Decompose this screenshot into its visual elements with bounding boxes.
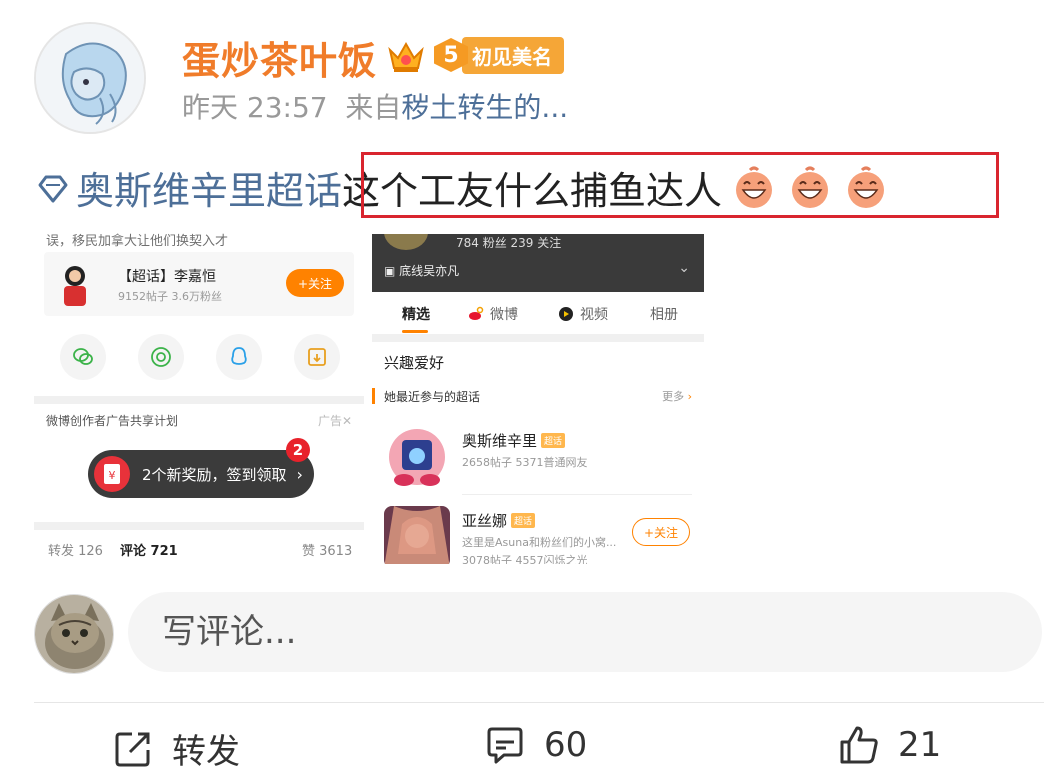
tab-album[interactable]: 相册 <box>650 304 678 324</box>
moments-icon[interactable] <box>138 334 184 380</box>
comment-stat[interactable]: 评论 721 <box>120 540 178 559</box>
chevron-down-icon[interactable]: ⌄ <box>678 260 690 276</box>
divider <box>34 522 364 530</box>
comment-count: 60 <box>544 725 588 765</box>
like-button[interactable]: 21 <box>838 724 941 766</box>
active-tab-indicator <box>402 330 428 333</box>
comment-input[interactable] <box>128 592 1042 672</box>
location-icon: ▣ <box>384 264 400 278</box>
profile-header: 784 粉丝 239 关注 ▣ 底线吴亦凡 ⌄ <box>372 234 704 292</box>
supertopic-stats: 9152帖子 3.6万粉丝 <box>118 290 222 303</box>
chevron-right-icon: › <box>687 390 692 403</box>
supertopic-icon <box>38 175 68 202</box>
red-highlight-box <box>361 152 999 218</box>
cut-off-text: 误，移民加拿大让他们换契入才 <box>46 234 229 249</box>
qq-icon[interactable] <box>216 334 262 380</box>
video-icon <box>559 307 573 321</box>
save-image-icon[interactable] <box>294 334 340 380</box>
author-avatar[interactable] <box>34 22 146 134</box>
reward-text: 2个新奖励，签到领取 <box>142 465 287 484</box>
supertopic-tag: 超话 <box>511 513 536 528</box>
source-name[interactable]: 秽土转生的... <box>401 91 568 124</box>
repost-button[interactable]: 转发 <box>112 724 240 773</box>
section-title: 她最近参与的超话 <box>384 390 481 404</box>
level-label: 初见美名 <box>462 36 564 74</box>
share-row <box>34 334 364 384</box>
follow-button[interactable]: +关注 <box>632 518 690 546</box>
profile-location: ▣ 底线吴亦凡 <box>384 264 460 278</box>
repost-icon <box>115 732 150 766</box>
comment-icon <box>487 727 523 764</box>
supertopic-tag: 超话 <box>541 433 566 448</box>
reward-count-badge: 2 <box>286 438 310 462</box>
supertopic-avatar <box>64 266 86 306</box>
supertopic-name: 奥斯维辛里 超话 <box>462 430 566 451</box>
interests-title: 兴趣爱好 <box>384 354 445 372</box>
follow-button[interactable]: +关注 <box>286 269 344 297</box>
weibo-icon <box>469 306 484 320</box>
like-count: 21 <box>898 725 942 765</box>
supertopic-title: 【超话】李嘉恒 <box>118 269 216 285</box>
tab-weibo[interactable]: 微博 <box>468 304 518 324</box>
ad-program-label: 微博创作者广告共享计划 <box>46 414 179 428</box>
supertopic-card[interactable]: 【超话】李嘉恒 9152帖子 3.6万粉丝 +关注 <box>44 252 354 316</box>
thumbs-up-icon <box>840 726 878 764</box>
divider <box>372 334 704 342</box>
crown-icon <box>388 41 424 72</box>
red-envelope-icon: ¥ <box>94 456 130 492</box>
supertopic-stats: 2658帖子 5371普通网友 <box>462 456 588 469</box>
wechat-icon[interactable] <box>60 334 106 380</box>
supertopic-row[interactable]: 奥斯维辛里 超话 2658帖子 5371普通网友 <box>372 420 704 495</box>
tab-featured[interactable]: 精选 <box>402 304 430 324</box>
supertopics-section-header: 她最近参与的超话 更多 › <box>372 382 704 412</box>
profile-stats: 784 粉丝 239 关注 <box>456 236 562 250</box>
profile-avatar <box>384 234 428 250</box>
ad-close-button[interactable]: 广告✕ <box>318 412 352 429</box>
post-time: 昨天 23:57 <box>182 91 328 124</box>
supertopic-row[interactable]: 亚丝娜 超话 这里是Asuna和粉丝们的小窝... 3078帖子 4557闪烁之… <box>372 500 704 564</box>
post-image-2[interactable]: 784 粉丝 239 关注 ▣ 底线吴亦凡 ⌄ 精选 微博 视频 相册 兴趣爱好… <box>372 234 704 564</box>
action-bar: 转发 60 21 <box>0 716 1056 778</box>
svg-text:¥: ¥ <box>109 469 116 482</box>
like-stat[interactable]: 赞 3613 <box>302 540 352 559</box>
tab-video[interactable]: 视频 <box>558 304 608 324</box>
checkin-reward-button[interactable]: ¥ 2个新奖励，签到领取 › <box>88 450 314 498</box>
divider <box>462 494 692 495</box>
profile-tabs: 精选 微博 视频 相册 <box>372 292 704 334</box>
supertopic-stats: 3078帖子 4557闪烁之光 <box>462 554 588 564</box>
current-user-avatar[interactable] <box>34 594 114 674</box>
divider <box>34 702 1044 703</box>
supertopic-name: 亚丝娜 超话 <box>462 510 536 531</box>
comment-button[interactable]: 60 <box>484 724 587 766</box>
supertopic-avatar <box>384 506 450 564</box>
supertopic-link[interactable]: 奥斯维辛里超话 <box>76 160 342 215</box>
repost-stat[interactable]: 转发 126 <box>48 540 103 559</box>
user-level-badge[interactable]: 5 初见美名 <box>434 36 564 74</box>
supertopic-description: 这里是Asuna和粉丝们的小窝... <box>462 536 617 549</box>
author-name[interactable]: 蛋炒茶叶饭 <box>182 30 377 85</box>
repost-label: 转发 <box>172 732 240 772</box>
divider <box>34 396 364 404</box>
supertopic-avatar <box>384 426 450 488</box>
section-accent <box>372 388 375 404</box>
more-link[interactable]: 更多 › <box>662 388 692 404</box>
source-prefix: 来自 <box>345 91 402 124</box>
post-image-1[interactable]: 误，移民加拿大让他们换契入才 【超话】李嘉恒 9152帖子 3.6万粉丝 +关注… <box>34 230 364 564</box>
post-meta: 昨天 23:57 来自秽土转生的... <box>182 86 568 126</box>
chevron-right-icon: › <box>296 464 303 484</box>
